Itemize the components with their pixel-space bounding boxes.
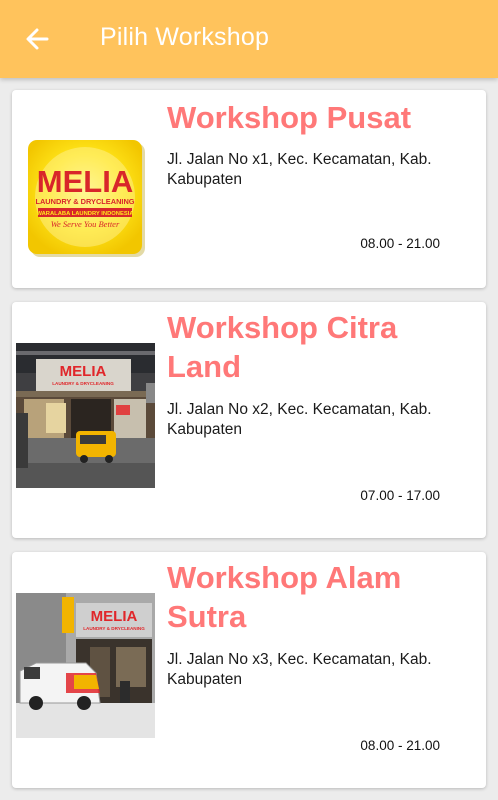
workshop-hours: 07.00 - 17.00 bbox=[360, 488, 440, 503]
sign-line1-text: LAUNDRY & DRYCLEANING bbox=[52, 381, 114, 386]
page-title: Pilih Workshop bbox=[100, 23, 270, 51]
workshop-logo-image: MELIA LAUNDRY & DRYCLEANING WARALABA LAU… bbox=[16, 108, 155, 268]
app-bar: Pilih Workshop bbox=[0, 0, 498, 78]
arrow-left-icon bbox=[26, 28, 49, 50]
workshop-card-citra-land[interactable]: MELIA LAUNDRY & DRYCLEANING Workshop Cit… bbox=[12, 302, 486, 538]
workshop-address: Jl. Jalan No x2, Kec. Kecamatan, Kab. Ka… bbox=[167, 401, 432, 438]
logo-line1-text: LAUNDRY & DRYCLEANING bbox=[35, 197, 134, 206]
workshop-name: Workshop Citra Land bbox=[167, 310, 398, 384]
workshop-address: Jl. Jalan No x3, Kec. Kecamatan, Kab. Ka… bbox=[167, 651, 432, 688]
workshop-storefront-image: MELIA LAUNDRY & DRYCLEANING bbox=[16, 343, 155, 488]
logo-brand-text: MELIA bbox=[37, 164, 133, 199]
workshop-hours: 08.00 - 21.00 bbox=[360, 738, 440, 753]
sign-brand-text: MELIA bbox=[91, 608, 138, 625]
workshop-address: Jl. Jalan No x1, Kec. Kecamatan, Kab. Ka… bbox=[167, 151, 432, 188]
workshop-hours: 08.00 - 21.00 bbox=[360, 236, 440, 251]
back-button[interactable] bbox=[18, 19, 58, 59]
workshop-card-pusat[interactable]: MELIA LAUNDRY & DRYCLEANING WARALABA LAU… bbox=[12, 90, 486, 288]
sign-brand-text: MELIA bbox=[60, 363, 107, 380]
workshop-name: Workshop Alam Sutra bbox=[167, 560, 402, 634]
logo-slogan-text: We Serve You Better bbox=[51, 219, 120, 229]
sign-line1-text: LAUNDRY & DRYCLEANING bbox=[83, 626, 145, 631]
workshop-card-alam-sutra[interactable]: MELIA LAUNDRY & DRYCLEANING Workshop Ala… bbox=[12, 552, 486, 788]
workshop-storefront-van-image: MELIA LAUNDRY & DRYCLEANING bbox=[16, 593, 155, 738]
workshop-name: Workshop Pusat bbox=[167, 100, 412, 135]
logo-line2-text: WARALABA LAUNDRY INDONESIA bbox=[36, 211, 134, 217]
